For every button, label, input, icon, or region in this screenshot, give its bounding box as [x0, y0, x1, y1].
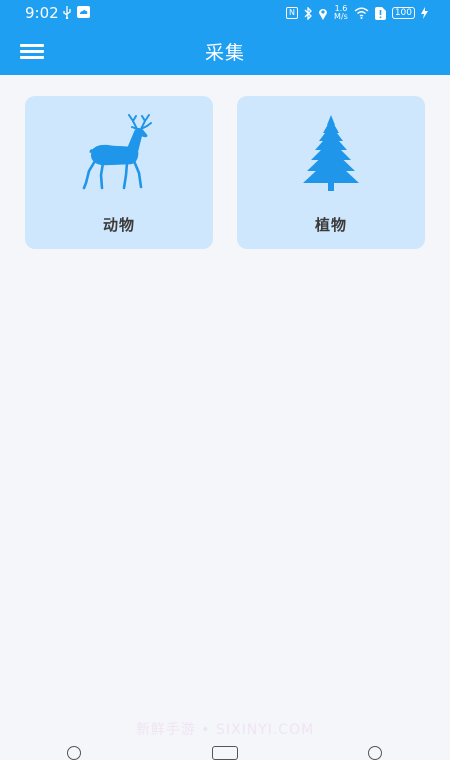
nav-recents-button[interactable] [368, 746, 382, 760]
usb-icon [63, 6, 71, 19]
network-speed: 1.6 M/s [334, 5, 348, 21]
watermark: 新鲜手游 • SIXINYI.COM [135, 722, 315, 738]
cloud-app-icon [77, 6, 90, 18]
system-navigation-bar [0, 740, 450, 760]
status-system-icons: N 1.6 M/s 100 [286, 5, 428, 21]
deer-icon [82, 114, 152, 190]
sim-alert-icon [374, 6, 386, 20]
status-bar: 9:02 N 1.6 M/s 100 [0, 0, 450, 27]
app-bar: 采集 [0, 27, 450, 75]
nav-back-button[interactable] [67, 746, 81, 760]
animal-category-card[interactable]: 动物 [25, 96, 213, 249]
charging-icon [421, 7, 428, 19]
nav-home-button[interactable] [212, 746, 238, 760]
status-notification-icons [62, 6, 90, 19]
status-time: 9:02 [25, 4, 59, 22]
plant-category-card[interactable]: 植物 [237, 96, 425, 249]
bluetooth-icon [304, 6, 312, 20]
location-icon [319, 8, 328, 20]
tree-icon [303, 115, 359, 191]
wifi-icon [354, 7, 369, 19]
animal-category-label: 动物 [102, 216, 135, 234]
plant-category-label: 植物 [314, 216, 347, 234]
network-speed-unit: M/s [334, 12, 348, 21]
page-title: 采集 [204, 42, 245, 64]
battery-indicator: 100 [391, 7, 415, 19]
nfc-icon: N [286, 7, 299, 19]
